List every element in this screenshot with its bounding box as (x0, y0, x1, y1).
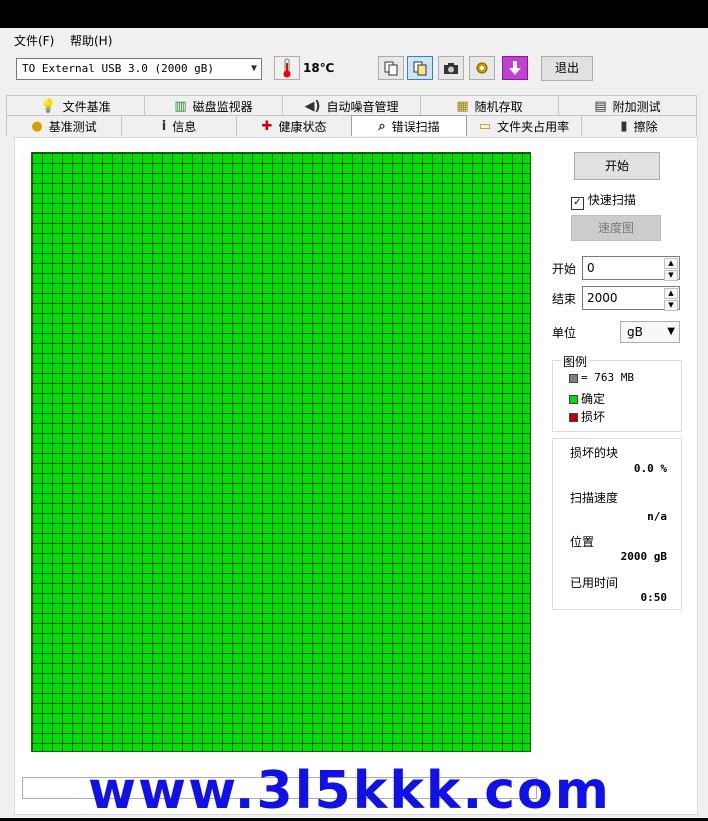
legend-bad: 损坏 (569, 408, 605, 425)
tab-info[interactable]: i 信息 (121, 115, 237, 136)
scan-block-map (31, 152, 531, 752)
tab-random-access[interactable]: ▦ 随机存取 (420, 95, 559, 116)
extra-tests-icon: ▤ (594, 98, 607, 114)
elapsed-time-label: 已用时间 (570, 576, 619, 590)
legend-block-swatch (569, 373, 578, 383)
temperature-readout: 18℃ (303, 61, 335, 75)
end-input-value: 2000 (587, 291, 618, 305)
stats-box: 损坏的块 0.0 % 扫描速度 n/a 位置 2000 gB 已用时间 0:50 (552, 438, 682, 610)
error-scan-panel: 开始 ✓ 快速扫描 速度图 开始 0 ▲ ▼ 结束 2000 ▲ ▼ 单位 gB ▼… (14, 137, 698, 815)
tab-label: 文件夹占用率 (497, 119, 570, 134)
tab-folder[interactable]: ▭ 文件夹占用率 (466, 115, 582, 136)
download-icon[interactable] (502, 56, 528, 80)
speed-map-button[interactable]: 速度图 (571, 215, 661, 241)
legend-title: 图例 (561, 353, 590, 370)
tab-file-benchmark[interactable]: 💡 文件基准 (6, 95, 145, 116)
camera-icon[interactable] (438, 56, 464, 80)
tab-label: 基准测试 (48, 119, 97, 134)
start-field-label: 开始 (552, 262, 577, 276)
app-window: 文件(F) 帮助(H) TO External USB 3.0 (2000 gB… (0, 28, 708, 818)
tab-label: 文件基准 (62, 99, 111, 114)
tab-label: 自动噪音管理 (326, 99, 399, 114)
legend-ok-label: 确定 (581, 392, 606, 406)
menu-file[interactable]: 文件(F) (14, 32, 54, 49)
tab-speaker[interactable]: ◀) 自动噪音管理 (282, 95, 421, 116)
unit-label: 单位 (552, 326, 577, 340)
legend-bad-label: 损坏 (581, 410, 606, 424)
tab-label: 附加测试 (612, 99, 661, 114)
legend-ok-swatch (569, 395, 578, 404)
elapsed-time-value: 0:50 (640, 591, 668, 604)
copy-icon[interactable] (378, 56, 404, 80)
tab-label: 擦除 (633, 119, 658, 134)
folder-icon: ▭ (478, 118, 492, 134)
end-input[interactable]: 2000 ▲ ▼ (582, 286, 680, 311)
unit-select-value: gB (627, 325, 643, 339)
unit-select[interactable]: gB ▼ (620, 321, 680, 343)
tab-extra-tests[interactable]: ▤ 附加测试 (558, 95, 697, 116)
tab-label: 错误扫描 (391, 119, 440, 134)
damaged-blocks-label: 损坏的块 (570, 446, 619, 460)
speaker-icon: ◀) (304, 98, 321, 114)
scan-speed-value: n/a (647, 510, 667, 523)
tab-label: 磁盘监视器 (192, 99, 253, 114)
error-scan-icon: ⌕ (378, 118, 386, 134)
menu-bar: 文件(F) 帮助(H) (0, 28, 708, 50)
tab-label: 随机存取 (474, 99, 523, 114)
info-icon: i (161, 118, 167, 134)
tab-label: 信息 (172, 119, 197, 134)
health-icon: ✚ (261, 118, 273, 134)
drive-select-value: TO External USB 3.0 (2000 gB) (22, 62, 215, 75)
tab-health[interactable]: ✚ 健康状态 (236, 115, 352, 136)
legend-block-size: = 763 MB (569, 371, 634, 384)
watermark-text: www.3l5kkk.com (88, 761, 611, 821)
position-value: 2000 gB (620, 550, 667, 563)
start-input-value: 0 (587, 261, 595, 275)
drive-select[interactable]: TO External USB 3.0 (2000 gB) ▼ (16, 58, 262, 80)
quick-scan-checkbox[interactable]: ✓ 快速扫描 (571, 191, 636, 210)
damaged-blocks-value: 0.0 % (633, 462, 667, 475)
end-field-label: 结束 (552, 292, 577, 306)
start-spinner[interactable]: ▲ ▼ (664, 258, 678, 281)
exit-button[interactable]: 退出 (541, 56, 593, 81)
menu-help[interactable]: 帮助(H) (70, 32, 112, 49)
scan-speed-label: 扫描速度 (570, 491, 619, 505)
chevron-down-icon: ▼ (250, 63, 257, 74)
copy-all-icon[interactable] (407, 56, 433, 80)
file-benchmark-icon: 💡 (40, 98, 57, 114)
disk-monitor-icon: ▥ (174, 98, 187, 114)
checkbox-checked-icon: ✓ (571, 197, 584, 210)
position-label: 位置 (570, 535, 595, 549)
legend-block-size-text: = 763 MB (581, 371, 634, 384)
toolbar: TO External USB 3.0 (2000 gB) ▼ 18℃ 退出 (0, 52, 708, 90)
random-access-icon: ▦ (456, 98, 469, 114)
end-spinner[interactable]: ▲ ▼ (664, 288, 678, 311)
quick-scan-label: 快速扫描 (587, 193, 636, 207)
start-input[interactable]: 0 ▲ ▼ (582, 256, 680, 281)
legend-ok: 确定 (569, 390, 605, 407)
tab-row-top: 💡 文件基准 ▥ 磁盘监视器 ◀) 自动噪音管理 ▦ 随机存取 ▤ 附加测试 (6, 95, 697, 116)
tab-row-bottom: ● 基准测试 i 信息 ✚ 健康状态 ⌕ 错误扫描 ▭ 文件夹占用率 ▮ 擦除 (6, 115, 697, 136)
tab-erase[interactable]: ▮ 擦除 (581, 115, 697, 136)
settings-icon[interactable] (469, 56, 495, 80)
tab-label: 健康状态 (278, 119, 327, 134)
legend-bad-swatch (569, 413, 578, 422)
thermometer-icon (274, 56, 300, 80)
benchmark-icon: ● (31, 118, 43, 134)
erase-icon: ▮ (620, 118, 628, 134)
tab-benchmark[interactable]: ● 基准测试 (6, 115, 122, 136)
start-button[interactable]: 开始 (574, 152, 660, 180)
chevron-down-icon: ▼ (667, 326, 675, 337)
tab-disk-monitor[interactable]: ▥ 磁盘监视器 (144, 95, 283, 116)
legend-box: 图例 = 763 MB 确定 损坏 (552, 353, 682, 432)
tab-error-scan[interactable]: ⌕ 错误扫描 (351, 115, 467, 136)
